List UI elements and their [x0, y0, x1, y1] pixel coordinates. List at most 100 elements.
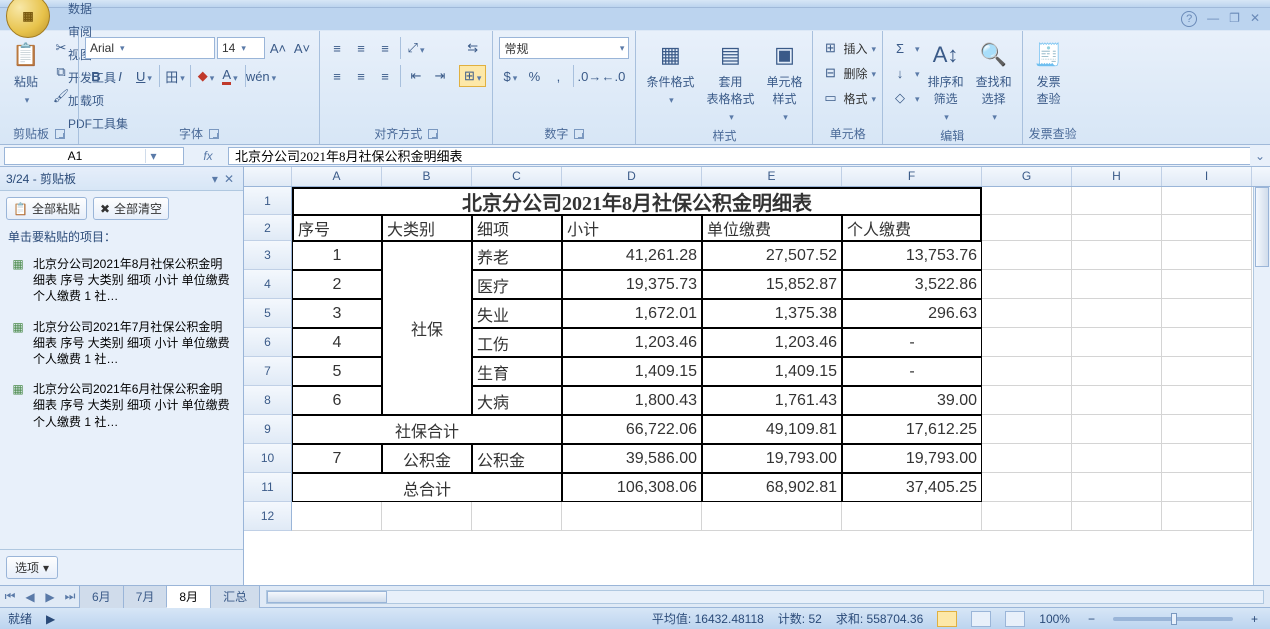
row-header[interactable]: 9: [244, 415, 292, 444]
phonetic-button[interactable]: wén: [250, 65, 272, 87]
align-bottom-button[interactable]: ≡: [374, 37, 396, 59]
column-header[interactable]: I: [1162, 167, 1252, 186]
cell[interactable]: 37,405.25: [842, 473, 982, 502]
cell[interactable]: 工伤: [472, 328, 562, 357]
sheet-nav-prev-icon[interactable]: ◀: [20, 590, 40, 604]
vscroll-thumb[interactable]: [1255, 187, 1269, 267]
cell[interactable]: 3: [292, 299, 382, 328]
horizontal-scrollbar[interactable]: [266, 590, 1264, 604]
wrap-text-button[interactable]: ⇆: [459, 37, 486, 59]
cell[interactable]: [1072, 415, 1162, 444]
increase-indent-button[interactable]: ⇥: [429, 65, 451, 87]
minimize-icon[interactable]: —: [1207, 11, 1219, 27]
cell[interactable]: 1,203.46: [702, 328, 842, 357]
sheet-tab[interactable]: 8月: [166, 585, 211, 608]
cell[interactable]: [382, 357, 472, 386]
cell[interactable]: 41,261.28: [562, 241, 702, 270]
percent-button[interactable]: %: [523, 65, 545, 87]
cell[interactable]: [472, 502, 562, 531]
increase-font-button[interactable]: A˄: [267, 37, 289, 59]
cell[interactable]: 医疗: [472, 270, 562, 299]
paste-dropdown-icon[interactable]: [23, 92, 30, 106]
cell[interactable]: 6: [292, 386, 382, 415]
cell[interactable]: [1072, 386, 1162, 415]
row-header[interactable]: 2: [244, 215, 292, 241]
cell[interactable]: 2: [292, 270, 382, 299]
cell[interactable]: 序号: [292, 215, 382, 241]
cell[interactable]: 1,409.15: [702, 357, 842, 386]
help-icon[interactable]: ?: [1181, 11, 1197, 27]
cell[interactable]: 个人缴费: [842, 215, 982, 241]
align-middle-button[interactable]: ≡: [350, 37, 372, 59]
macro-record-icon[interactable]: ▶: [46, 612, 55, 626]
cell[interactable]: 19,375.73: [562, 270, 702, 299]
orientation-button[interactable]: ⤢: [405, 37, 427, 59]
sort-filter-button[interactable]: A↕排序和 筛选: [924, 37, 968, 125]
sheet-nav-last-icon[interactable]: ⏭: [60, 589, 80, 604]
column-header[interactable]: G: [982, 167, 1072, 186]
cell[interactable]: [1072, 473, 1162, 502]
column-header[interactable]: A: [292, 167, 382, 186]
cell[interactable]: [382, 299, 472, 328]
cell[interactable]: [382, 241, 472, 270]
sheet-nav-first-icon[interactable]: ⏮: [0, 589, 20, 604]
zoom-slider[interactable]: [1113, 617, 1233, 621]
cell[interactable]: [982, 444, 1072, 473]
font-name-select[interactable]: Arial▾: [85, 37, 215, 59]
cell[interactable]: [982, 357, 1072, 386]
cell[interactable]: 小计: [562, 215, 702, 241]
align-right-button[interactable]: ≡: [374, 65, 396, 87]
cell[interactable]: [1072, 270, 1162, 299]
cell[interactable]: [1162, 386, 1252, 415]
cell[interactable]: 1,203.46: [562, 328, 702, 357]
decrease-indent-button[interactable]: ⇤: [405, 65, 427, 87]
bold-button[interactable]: B: [85, 65, 107, 87]
cell[interactable]: 66,722.06: [562, 415, 702, 444]
delete-cells-button[interactable]: ⊟删除: [819, 62, 876, 84]
cell[interactable]: 单位缴费: [702, 215, 842, 241]
cut-button[interactable]: ✂: [50, 37, 72, 59]
cell[interactable]: 5: [292, 357, 382, 386]
cell[interactable]: [982, 270, 1072, 299]
cell[interactable]: [982, 241, 1072, 270]
row-header[interactable]: 6: [244, 328, 292, 357]
cell[interactable]: [1072, 241, 1162, 270]
column-header[interactable]: D: [562, 167, 702, 186]
cell[interactable]: 27,507.52: [702, 241, 842, 270]
cell[interactable]: [982, 473, 1072, 502]
cell[interactable]: [292, 502, 382, 531]
row-header[interactable]: 8: [244, 386, 292, 415]
cell[interactable]: [1162, 328, 1252, 357]
find-select-button[interactable]: 🔍查找和 选择: [972, 37, 1016, 125]
cell[interactable]: 19,793.00: [842, 444, 982, 473]
fill-button[interactable]: ↓: [889, 62, 920, 84]
cell[interactable]: 39,586.00: [562, 444, 702, 473]
font-size-select[interactable]: 14▾: [217, 37, 265, 59]
cell[interactable]: [982, 328, 1072, 357]
invoice-check-button[interactable]: 🧾发票 查验: [1029, 37, 1069, 109]
cell[interactable]: [982, 415, 1072, 444]
autosum-button[interactable]: Σ: [889, 37, 920, 59]
cell[interactable]: [1072, 328, 1162, 357]
fx-icon[interactable]: fx: [188, 149, 228, 163]
cell[interactable]: 13,753.76: [842, 241, 982, 270]
align-top-button[interactable]: ≡: [326, 37, 348, 59]
close-icon[interactable]: ✕: [1250, 11, 1260, 27]
font-color-button[interactable]: A: [219, 65, 241, 87]
cell[interactable]: 大病: [472, 386, 562, 415]
align-center-button[interactable]: ≡: [350, 65, 372, 87]
row-header[interactable]: 10: [244, 444, 292, 473]
cell[interactable]: [982, 386, 1072, 415]
cell[interactable]: [1162, 473, 1252, 502]
underline-button[interactable]: U: [133, 65, 155, 87]
clipboard-pane-dropdown-icon[interactable]: ▾: [209, 172, 221, 186]
font-launcher-icon[interactable]: [209, 129, 219, 139]
cell[interactable]: [1072, 187, 1162, 215]
cell[interactable]: 社保合计: [292, 415, 562, 444]
cell[interactable]: 总合计: [292, 473, 562, 502]
column-header[interactable]: E: [702, 167, 842, 186]
cell[interactable]: [1162, 270, 1252, 299]
cell[interactable]: 19,793.00: [702, 444, 842, 473]
column-header[interactable]: B: [382, 167, 472, 186]
cell[interactable]: 106,308.06: [562, 473, 702, 502]
